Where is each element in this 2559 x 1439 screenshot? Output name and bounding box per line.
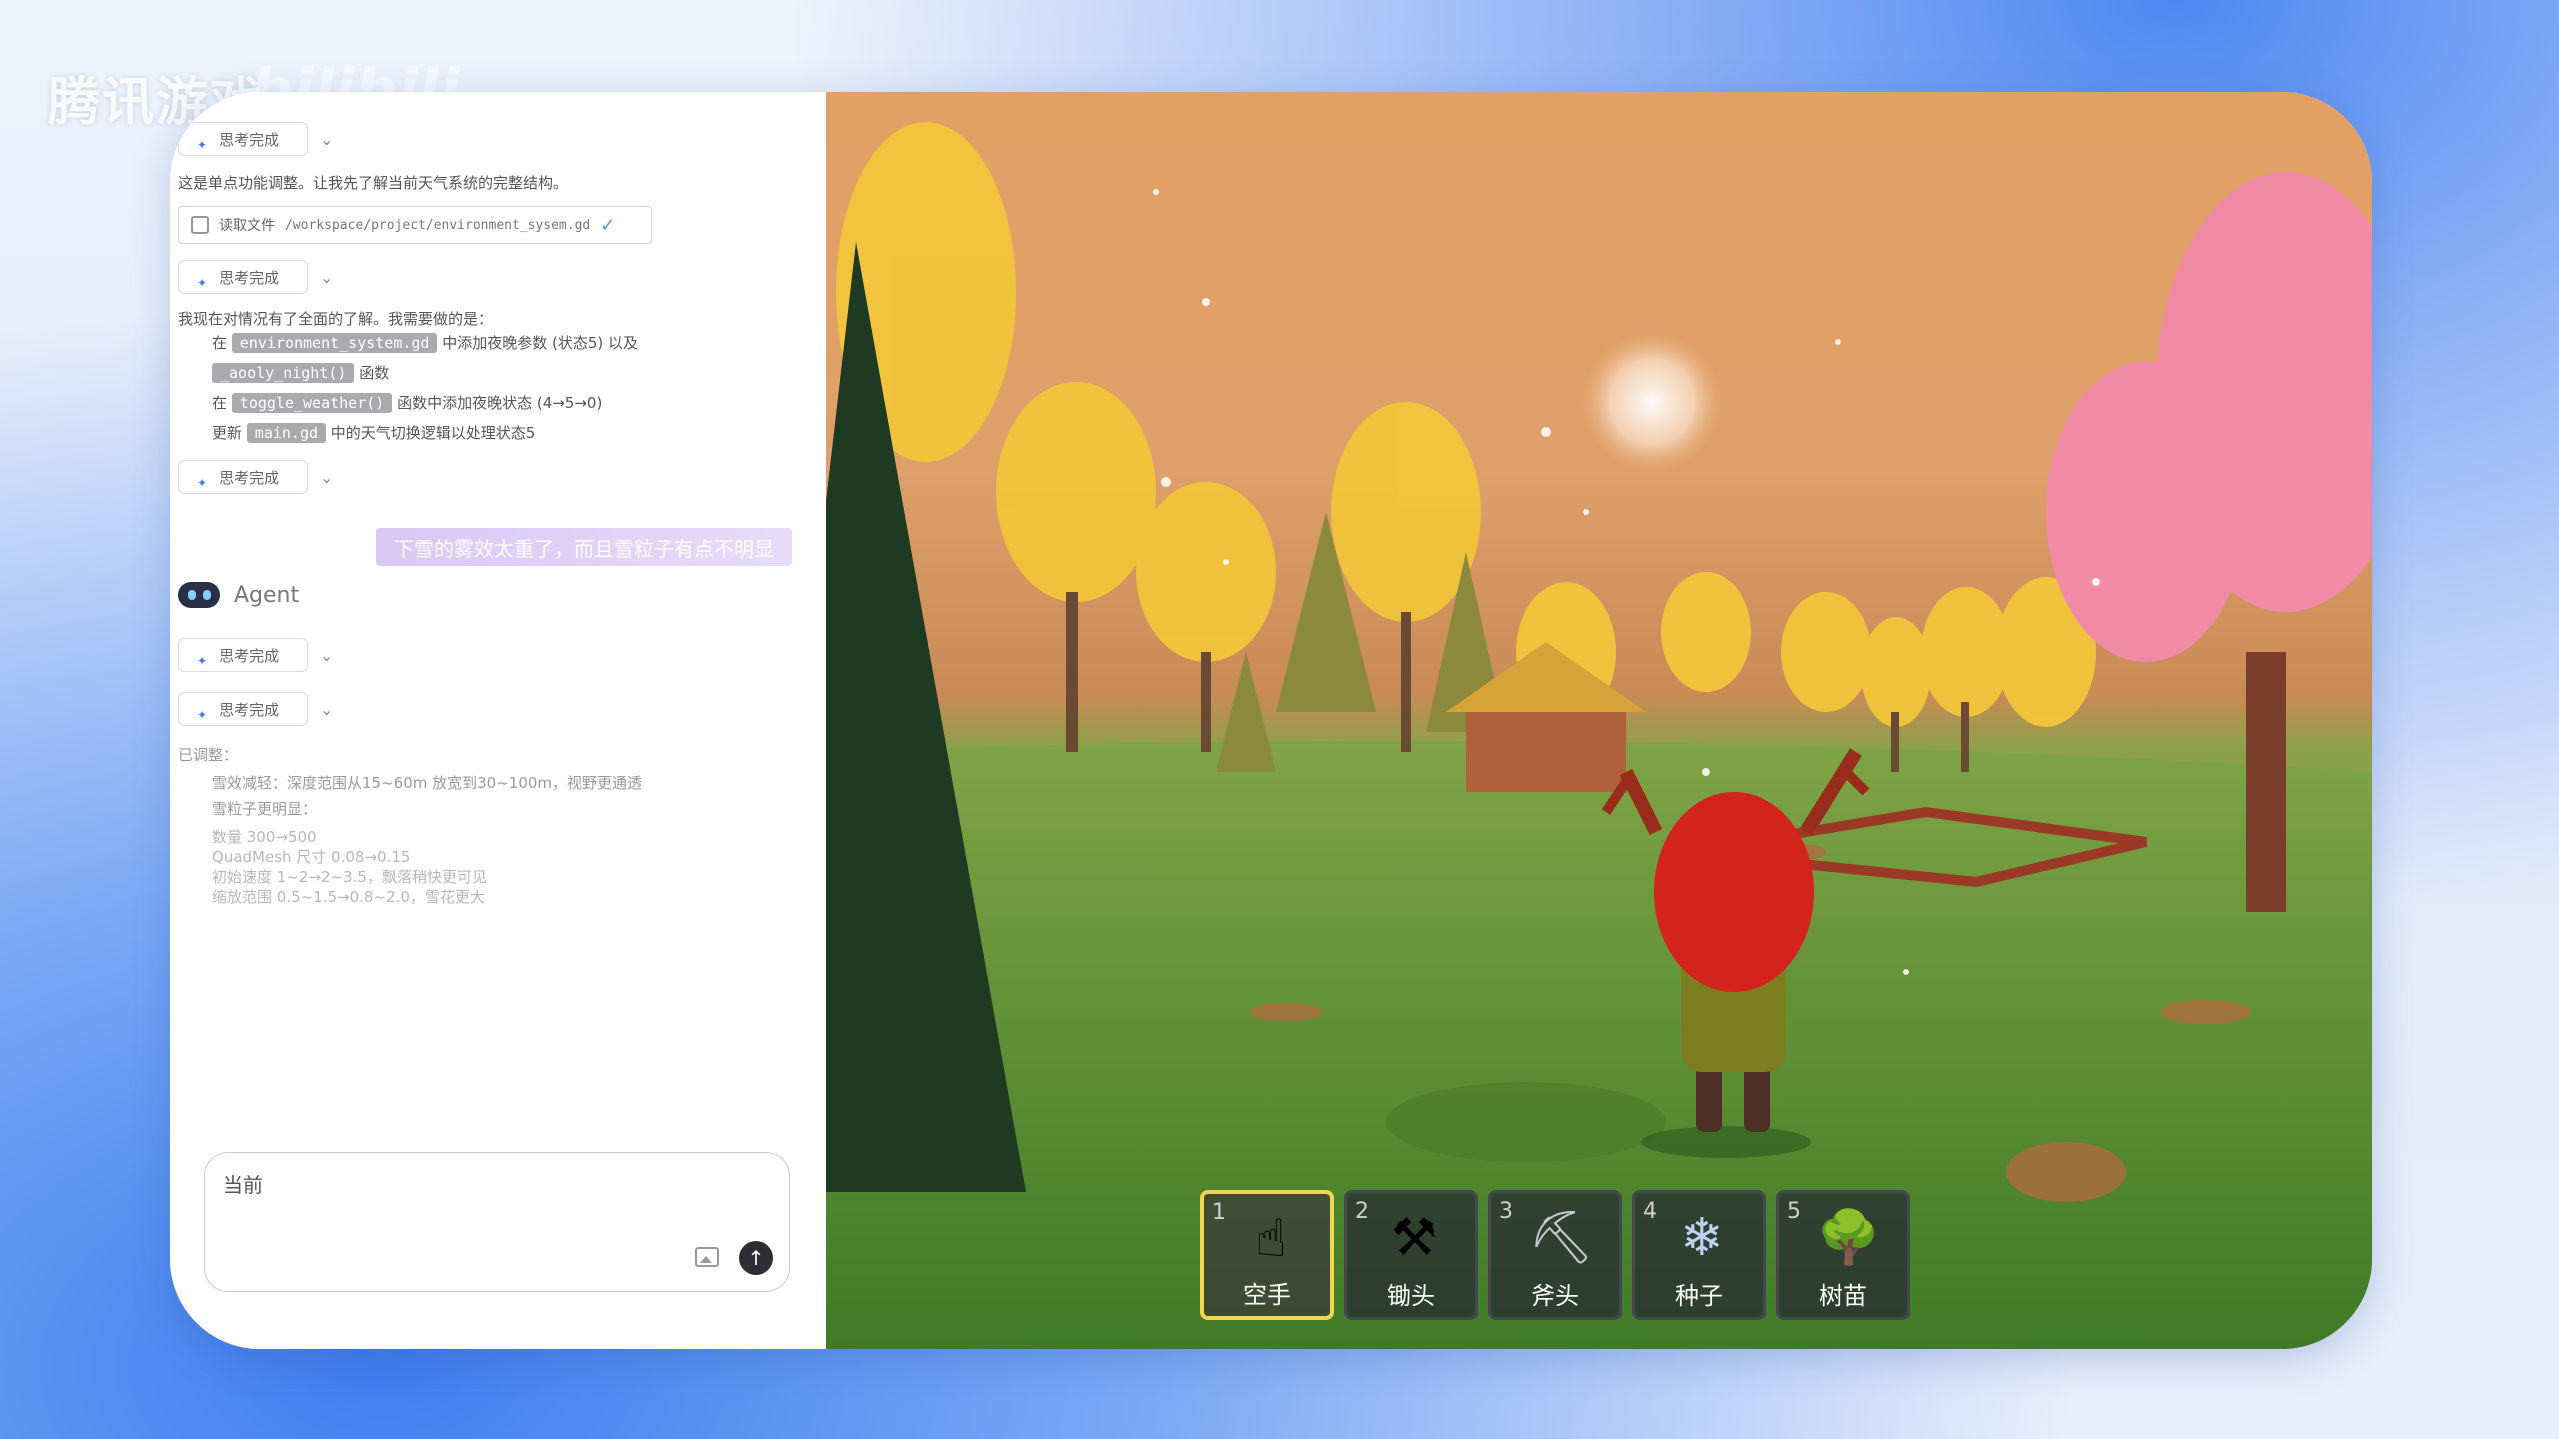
check-icon: ✓ <box>600 214 616 236</box>
game-viewport[interactable]: 1 ☝ 空手 2 ⚒ 锄头 3 ⛏ 斧头 4 ❄ 种子 5 🌳 树苗 <box>826 92 2372 1349</box>
hotbar-slot-3[interactable]: 3 ⛏ 斧头 <box>1488 1190 1622 1320</box>
agent-chat-panel: ✦ 思考完成 ⌄ 这是单点功能调整。让我先了解当前天气系统的完整结构。 读取文件… <box>170 92 826 1349</box>
adjust-subline: 数量 300→500 <box>212 828 317 846</box>
sparkle-icon: ✦ <box>197 476 208 490</box>
plan-item: _aooly_night() 函数 <box>212 362 389 383</box>
slot-number: 5 <box>1787 1199 1801 1224</box>
slot-number: 3 <box>1499 1199 1513 1224</box>
read-file-path: /workspace/project/environment_sysem.gd <box>285 217 591 233</box>
hotbar: 1 ☝ 空手 2 ⚒ 锄头 3 ⛏ 斧头 4 ❄ 种子 5 🌳 树苗 <box>1200 1190 1910 1320</box>
plan-intro: 我现在对情况有了全面的了解。我需要做的是： <box>178 310 494 328</box>
read-file-tool-call[interactable]: 读取文件 /workspace/project/environment_syse… <box>178 206 652 244</box>
adjust-subline: 缩放范围 0.5~1.5→0.8~2.0，雪花更大 <box>212 888 485 906</box>
chevron-down-icon[interactable]: ⌄ <box>320 646 340 666</box>
user-message-bubble: 下雪的雾效太重了，而且雪粒子有点不明显 <box>376 528 792 566</box>
plan-prefix: 在 <box>212 394 228 412</box>
chevron-down-icon[interactable]: ⌄ <box>320 130 340 150</box>
agent-avatar-icon <box>178 582 220 608</box>
dirt-patch <box>2161 1000 2251 1024</box>
sparkle-icon: ✦ <box>197 276 208 290</box>
adjusted-label: 已调整： <box>178 746 239 764</box>
slot-number: 4 <box>1643 1199 1657 1224</box>
slot-number: 1 <box>1212 1200 1226 1225</box>
slot-label: 锄头 <box>1387 1282 1435 1310</box>
slot-label: 树苗 <box>1819 1282 1867 1310</box>
dirt-patch <box>1386 1082 1666 1162</box>
hotbar-slot-5[interactable]: 5 🌳 树苗 <box>1776 1190 1910 1320</box>
game-scene <box>826 122 2372 1349</box>
seed-icon: ❄ <box>1680 1208 1724 1268</box>
adjust-subline: QuadMesh 尺寸 0.08→0.15 <box>212 848 411 866</box>
chevron-down-icon[interactable]: ⌄ <box>320 700 340 720</box>
pink-tree <box>2046 172 2372 662</box>
sparkle-icon: ✦ <box>197 708 208 722</box>
think-status-chip[interactable]: ✦ 思考完成 <box>178 260 308 294</box>
axe-icon: ⛏ <box>1528 1208 1595 1268</box>
dirt-patch <box>2006 1142 2126 1202</box>
file-search-icon <box>191 216 209 234</box>
think-status-chip[interactable]: ✦ 思考完成 <box>178 122 308 156</box>
agent-name: Agent <box>234 582 300 608</box>
plan-suffix: 函数 <box>359 364 390 382</box>
chat-input[interactable]: 当前 ↑ <box>204 1152 790 1292</box>
plan-item: 在 environment_system.gd 中添加夜晚参数 (状态5) 以及 <box>212 332 638 353</box>
think-label: 思考完成 <box>219 268 280 287</box>
hoe-icon: ⚒ <box>1390 1208 1438 1268</box>
code-chip: _aooly_night() <box>212 363 355 383</box>
hand-icon: ☝ <box>1255 1209 1287 1269</box>
hotbar-slot-4[interactable]: 4 ❄ 种子 <box>1632 1190 1766 1320</box>
plan-prefix: 在 <box>212 334 228 352</box>
plan-suffix: 中添加夜晚参数 (状态5) 以及 <box>442 334 639 352</box>
adjust-subline: 初始速度 1~2→2~3.5，飘落稍快更可见 <box>212 868 487 886</box>
sparkle-icon: ✦ <box>197 654 208 668</box>
sun <box>1582 332 1722 472</box>
think-label: 思考完成 <box>219 646 280 665</box>
adjust-line: 雪效减轻：深度范围从15~60m 放宽到30~100m，视野更通透 <box>212 774 643 792</box>
slot-label: 斧头 <box>1531 1282 1579 1310</box>
image-upload-icon[interactable] <box>695 1247 719 1267</box>
intro-text: 这是单点功能调整。让我先了解当前天气系统的完整结构。 <box>178 174 569 192</box>
code-chip: toggle_weather() <box>231 393 393 413</box>
slot-label: 空手 <box>1243 1281 1291 1309</box>
sapling-icon: 🌳 <box>1816 1208 1881 1268</box>
read-file-label: 读取文件 <box>219 218 275 234</box>
slot-number: 2 <box>1355 1199 1369 1224</box>
chevron-down-icon[interactable]: ⌄ <box>320 468 340 488</box>
dirt-patch <box>1250 1003 1322 1021</box>
send-button[interactable]: ↑ <box>739 1241 773 1275</box>
plan-item: 在 toggle_weather() 函数中添加夜晚状态 (4→5→0) <box>212 392 602 413</box>
think-label: 思考完成 <box>219 130 280 149</box>
app-window: ✦ 思考完成 ⌄ 这是单点功能调整。让我先了解当前天气系统的完整结构。 读取文件… <box>170 92 2372 1349</box>
plan-suffix: 中的天气切换逻辑以处理状态5 <box>330 424 536 442</box>
pink-tree-trunk <box>2246 652 2286 912</box>
think-status-chip[interactable]: ✦ 思考完成 <box>178 460 308 494</box>
chevron-down-icon[interactable]: ⌄ <box>320 268 340 288</box>
hotbar-slot-2[interactable]: 2 ⚒ 锄头 <box>1344 1190 1478 1320</box>
chat-input-text[interactable]: 当前 <box>223 1169 263 1198</box>
plan-item: 更新 main.gd 中的天气切换逻辑以处理状态5 <box>212 422 535 443</box>
think-status-chip[interactable]: ✦ 思考完成 <box>178 638 308 672</box>
agent-header: Agent <box>178 582 299 608</box>
slot-label: 种子 <box>1675 1282 1723 1310</box>
plan-suffix: 函数中添加夜晚状态 (4→5→0) <box>397 394 603 412</box>
hotbar-slot-1[interactable]: 1 ☝ 空手 <box>1200 1190 1334 1320</box>
sparkle-icon: ✦ <box>197 138 208 152</box>
think-label: 思考完成 <box>219 468 280 487</box>
think-status-chip[interactable]: ✦ 思考完成 <box>178 692 308 726</box>
code-chip: main.gd <box>246 423 327 443</box>
code-chip: environment_system.gd <box>231 333 438 353</box>
plan-prefix: 更新 <box>212 424 243 442</box>
adjust-line: 雪粒子更明显： <box>212 800 318 818</box>
think-label: 思考完成 <box>219 700 280 719</box>
